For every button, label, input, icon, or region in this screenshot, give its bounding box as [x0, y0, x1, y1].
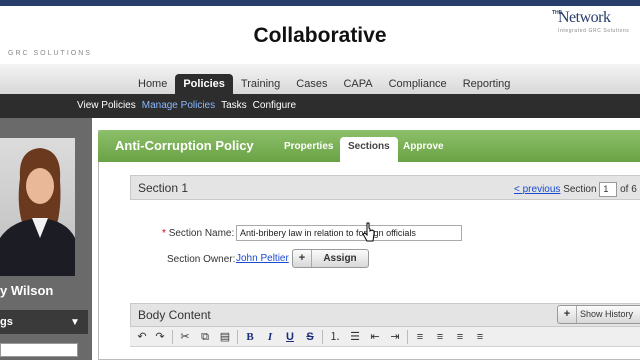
tab-home[interactable]: Home — [130, 74, 175, 94]
tab-reporting[interactable]: Reporting — [455, 74, 519, 94]
subnav-tasks[interactable]: Tasks — [218, 94, 250, 118]
sidebar-dropdown[interactable]: gs ▼ — [0, 310, 88, 334]
section-name-label: * Section Name: — [162, 228, 235, 239]
sub-navigation: View Policies Manage Policies Tasks Conf… — [0, 94, 640, 118]
cut-icon[interactable]: ✂ — [177, 329, 193, 345]
tab-cases[interactable]: Cases — [288, 74, 335, 94]
copy-icon[interactable]: ⧉ — [197, 329, 213, 345]
redo-icon[interactable]: ↷ — [152, 329, 168, 345]
tab-approve[interactable]: Approve — [395, 137, 452, 162]
tab-properties[interactable]: Properties — [276, 137, 341, 162]
paste-icon[interactable]: ▤ — [217, 329, 233, 345]
ghost-logo-text: GRC SOLUTIONS — [8, 50, 92, 57]
sidebar-dropdown-label: gs — [0, 316, 13, 328]
toolbar-separator — [322, 330, 323, 344]
tab-capa[interactable]: CAPA — [335, 74, 380, 94]
show-history-label: Show History — [580, 309, 634, 319]
align-left-icon[interactable]: ≡ — [412, 329, 428, 345]
section-number-input[interactable]: 1 — [599, 182, 618, 197]
ordered-list-icon[interactable]: ⒈ — [327, 329, 343, 345]
justify-icon[interactable]: ≡ — [472, 329, 488, 345]
toolbar-separator — [237, 330, 238, 344]
subnav-manage-policies[interactable]: Manage Policies — [139, 94, 218, 118]
italic-button[interactable]: I — [262, 329, 278, 345]
section-owner-link[interactable]: John Peltier — [236, 253, 289, 264]
undo-icon[interactable]: ↶ — [134, 329, 150, 345]
section-owner-label: Section Owner: — [167, 254, 236, 265]
show-history-button[interactable]: + Show History — [557, 305, 640, 324]
tab-sections[interactable]: Sections — [340, 137, 398, 162]
toolbar-separator — [172, 330, 173, 344]
assign-button[interactable]: + Assign — [292, 249, 369, 268]
user-name: y Wilson — [0, 283, 54, 298]
underline-button[interactable]: U — [282, 329, 298, 345]
subnav-configure[interactable]: Configure — [250, 94, 299, 118]
align-center-icon[interactable]: ≡ — [432, 329, 448, 345]
bold-button[interactable]: B — [242, 329, 258, 345]
plus-icon: + — [293, 250, 312, 267]
title-overlay: Collaborative — [0, 6, 640, 64]
align-right-icon[interactable]: ≡ — [452, 329, 468, 345]
tab-compliance[interactable]: Compliance — [381, 74, 455, 94]
pager-section-label: Section — [563, 184, 597, 196]
body-content-title: Body Content — [138, 308, 211, 322]
strikethrough-button[interactable]: S — [302, 329, 318, 345]
main-tabs: Home Policies Training Cases CAPA Compli… — [130, 74, 518, 94]
indent-icon[interactable]: ⇥ — [387, 329, 403, 345]
outdent-icon[interactable]: ⇤ — [367, 329, 383, 345]
tab-policies[interactable]: Policies — [175, 74, 233, 94]
logo-tagline: Integrated GRC Solutions — [558, 28, 630, 34]
assign-button-label: Assign — [323, 253, 357, 264]
overlay-title: Collaborative — [253, 24, 387, 47]
plus-icon: + — [558, 306, 577, 323]
subnav-view-policies[interactable]: View Policies — [74, 94, 139, 118]
unordered-list-icon[interactable]: ☰ — [347, 329, 363, 345]
toolbar-separator — [407, 330, 408, 344]
section-title: Section 1 — [138, 181, 189, 195]
pager-total: of 6 — [620, 184, 637, 196]
sidebar-input[interactable] — [0, 343, 78, 357]
mouse-cursor-icon — [362, 222, 375, 242]
section-name-input[interactable]: Anti-bribery law in relation to foreign … — [236, 225, 462, 241]
required-marker: * — [162, 228, 166, 239]
section-pager: < previous Section 1 of 6 — [514, 182, 637, 197]
previous-link[interactable]: < previous — [514, 184, 560, 195]
tab-training[interactable]: Training — [233, 74, 288, 94]
brand-logo: THE Network Integrated GRC Solutions — [552, 8, 632, 38]
policy-title: Anti-Corruption Policy — [115, 138, 254, 153]
logo-name: Network — [558, 9, 611, 26]
avatar — [0, 138, 75, 276]
chevron-down-icon: ▼ — [70, 317, 80, 328]
